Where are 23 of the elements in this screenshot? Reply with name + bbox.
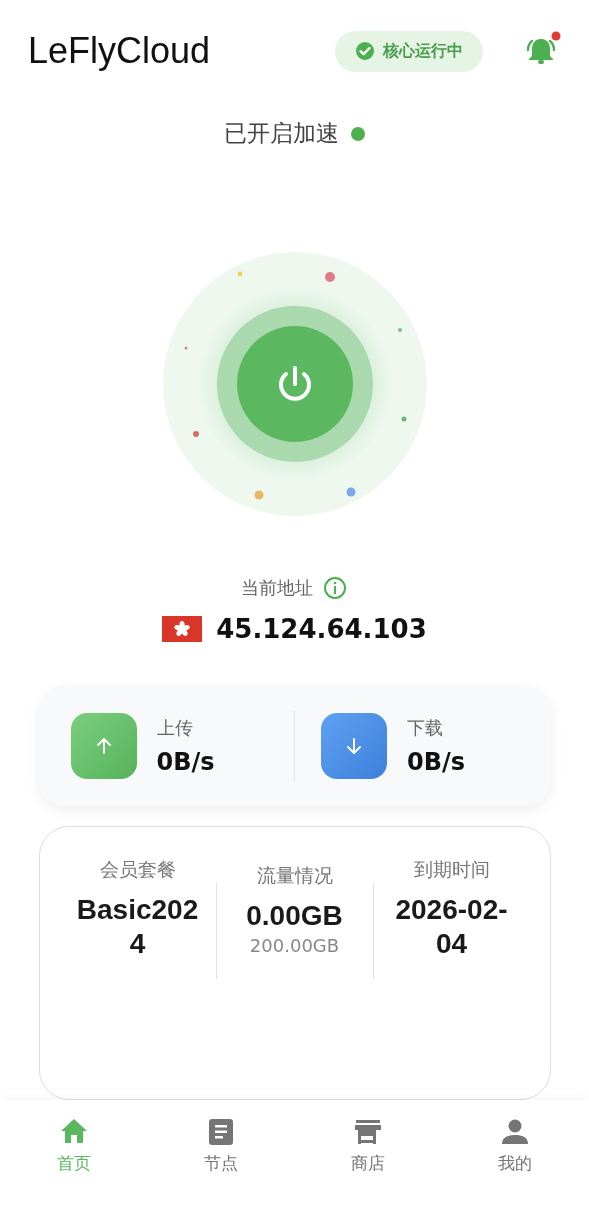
plan-label: 流量情况 (256, 863, 333, 888)
plan-label: 到期时间 (413, 857, 490, 882)
info-icon[interactable] (323, 576, 348, 601)
core-status-label: 核心运行中 (383, 40, 463, 62)
nav-tab[interactable]: 节点 (147, 1100, 295, 1212)
app-title: LeFlyCloud (28, 30, 211, 73)
connection-status: 已开启加速 (224, 119, 339, 149)
nav-tab[interactable]: 商店 (294, 1100, 442, 1212)
plan-subvalue: 200.00GB (249, 934, 340, 956)
speed-value: 0B/s (156, 748, 215, 777)
address-label: 当前地址 (241, 576, 314, 601)
ip-address: 45.124.64.103 (216, 614, 427, 645)
speed-label: 下载 (407, 716, 444, 741)
nav-tab[interactable]: 我的 (441, 1100, 589, 1212)
plan-value: 0.00GB (246, 899, 343, 933)
flag-icon (162, 616, 203, 643)
speed-value: 0B/s (407, 748, 466, 777)
check-circle-icon (355, 41, 375, 62)
nav-tab[interactable]: 首页 (0, 1100, 148, 1212)
speed-label: 上传 (156, 716, 194, 741)
plan-value: 2026-02-04 (394, 893, 509, 961)
plan-label: 会员套餐 (99, 857, 176, 882)
plan-value: Basic2024 (75, 893, 200, 961)
